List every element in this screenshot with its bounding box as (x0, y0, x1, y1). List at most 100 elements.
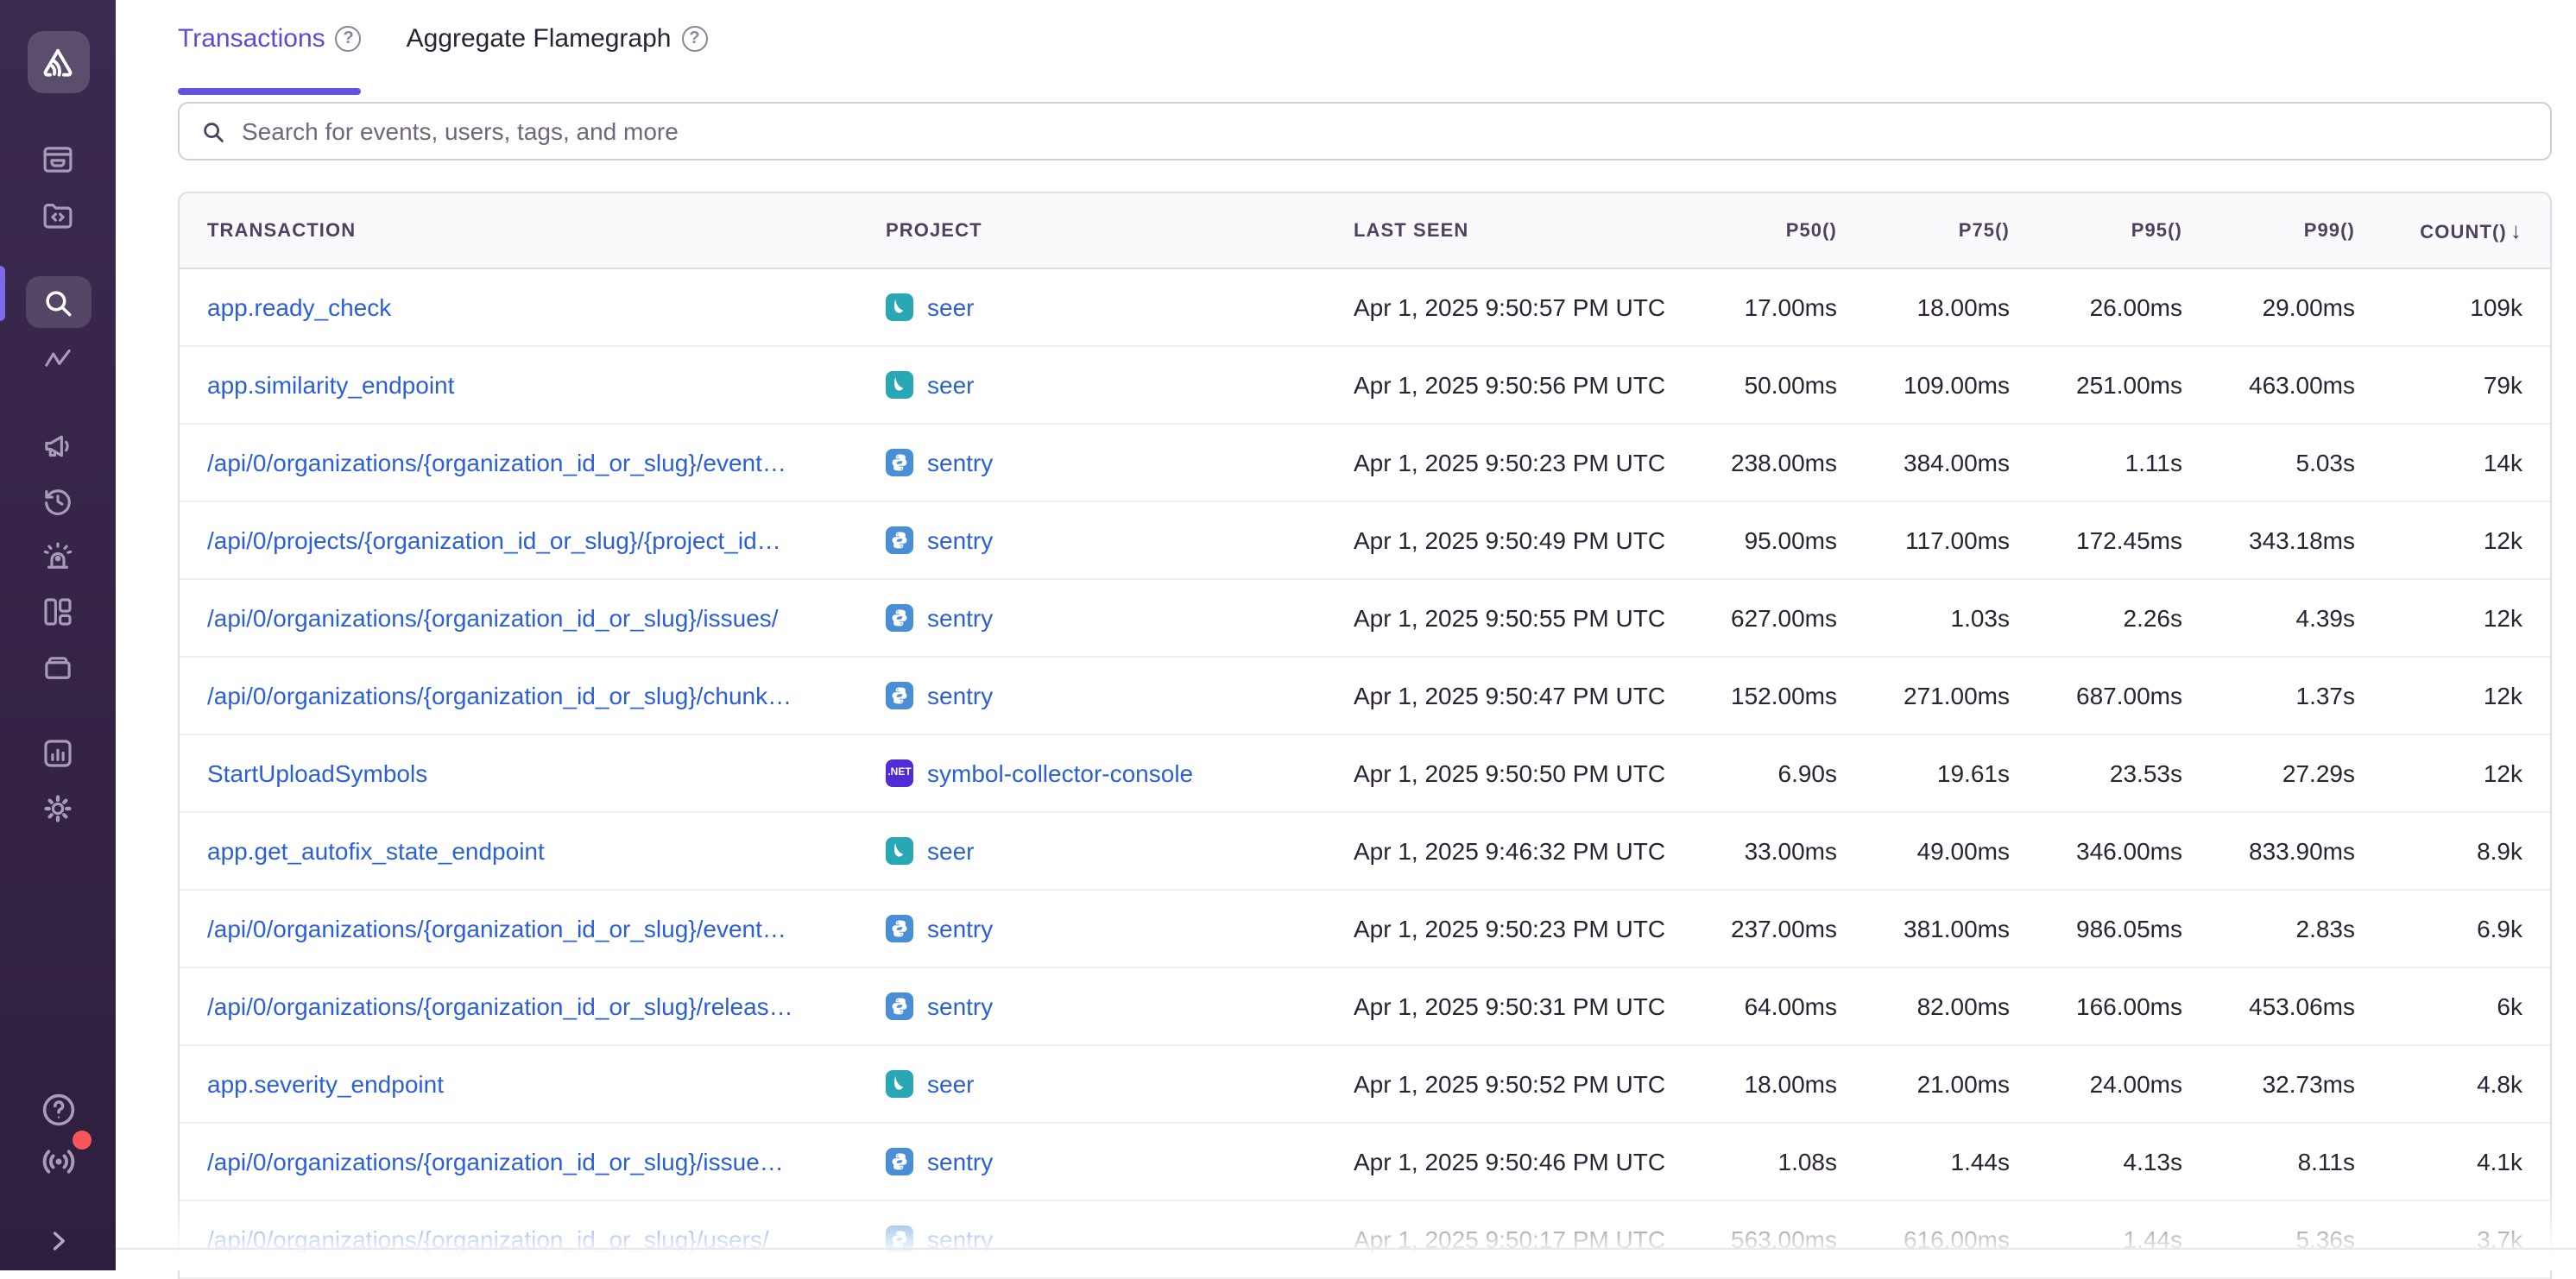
sidebar-item-alerts[interactable] (25, 532, 91, 580)
sentry-logo[interactable] (27, 31, 89, 93)
sidebar-item-replays[interactable] (25, 476, 91, 525)
search-icon (200, 118, 226, 144)
table-row[interactable]: /api/0/projects/{organization_id_or_slug… (180, 502, 2550, 580)
p95-value: 26.00ms (2037, 293, 2210, 321)
table-row[interactable]: /api/0/organizations/{organization_id_or… (180, 580, 2550, 658)
tab-aggregate-flamegraph[interactable]: Aggregate Flamegraph ? (407, 24, 708, 95)
transaction-link[interactable]: /api/0/organizations/{organization_id_or… (207, 1148, 784, 1175)
column-header-p95[interactable]: P95() (2037, 220, 2210, 241)
table-row[interactable]: app.get_autofix_state_endpoint seer Apr … (180, 813, 2550, 891)
transaction-link[interactable]: /api/0/organizations/{organization_id_or… (207, 449, 786, 476)
sidebar-item-explore[interactable] (25, 190, 91, 238)
project-link[interactable]: seer (927, 293, 974, 321)
help-icon (37, 1089, 79, 1131)
project-link[interactable]: sentry (927, 526, 993, 554)
project-link[interactable]: sentry (927, 604, 993, 632)
dashboards-icon (40, 593, 76, 629)
table-row[interactable]: /api/0/organizations/{organization_id_or… (180, 1201, 2550, 1279)
project-link[interactable]: symbol-collector-console (927, 759, 1193, 787)
tab-transactions-help-icon[interactable]: ? (336, 26, 362, 52)
seer-project-icon (886, 1070, 913, 1098)
search-input[interactable] (242, 117, 2529, 145)
table-row[interactable]: /api/0/organizations/{organization_id_or… (180, 1124, 2550, 1201)
column-header-project[interactable]: PROJECT (858, 220, 1326, 241)
transaction-link[interactable]: /api/0/organizations/{organization_id_or… (207, 682, 792, 709)
column-header-p75[interactable]: P75() (1865, 220, 2037, 241)
transaction-link[interactable]: /api/0/organizations/{organization_id_or… (207, 915, 786, 942)
sidebar-item-dashboards[interactable] (25, 587, 91, 635)
tab-transactions[interactable]: Transactions ? (178, 24, 362, 95)
sidebar-item-settings[interactable] (25, 784, 91, 832)
issues-icon (40, 141, 76, 177)
sidebar-whats-new-button[interactable] (32, 1136, 84, 1188)
table-row[interactable]: /api/0/organizations/{organization_id_or… (180, 968, 2550, 1046)
p50-value: 237.00ms (1692, 915, 1865, 942)
column-header-count[interactable]: COUNT()↓ (2383, 217, 2550, 243)
count-value: 8.9k (2383, 837, 2550, 865)
seer-project-icon (886, 837, 913, 865)
p99-value: 27.29s (2210, 759, 2383, 787)
project-link[interactable]: seer (927, 1070, 974, 1098)
table-row[interactable]: /api/0/organizations/{organization_id_or… (180, 425, 2550, 502)
count-value: 14k (2383, 449, 2550, 476)
sidebar-item-search[interactable] (25, 276, 91, 328)
sidebar-item-stats[interactable] (25, 728, 91, 777)
table-row[interactable]: app.ready_check seer Apr 1, 2025 9:50:57… (180, 269, 2550, 347)
count-value: 4.8k (2383, 1070, 2550, 1098)
transaction-link[interactable]: app.get_autofix_state_endpoint (207, 837, 545, 865)
table-row[interactable]: StartUploadSymbols .NET symbol-collector… (180, 735, 2550, 813)
project-link[interactable]: seer (927, 371, 974, 399)
search-bar[interactable] (178, 102, 2552, 161)
project-link[interactable]: seer (927, 837, 974, 865)
count-value: 109k (2383, 293, 2550, 321)
project-link[interactable]: sentry (927, 682, 993, 709)
p50-value: 627.00ms (1692, 604, 1865, 632)
transaction-link[interactable]: /api/0/organizations/{organization_id_or… (207, 604, 779, 632)
traces-zigzag-icon (40, 341, 76, 377)
column-header-p50[interactable]: P50() (1692, 220, 1865, 241)
table-row[interactable]: app.similarity_endpoint seer Apr 1, 2025… (180, 347, 2550, 425)
p50-value: 1.08s (1692, 1148, 1865, 1175)
p95-value: 23.53s (2037, 759, 2210, 787)
project-link[interactable]: sentry (927, 915, 993, 942)
p99-value: 29.00ms (2210, 293, 2383, 321)
p95-value: 1.11s (2037, 449, 2210, 476)
last-seen-value: Apr 1, 2025 9:50:46 PM UTC (1326, 1148, 1692, 1175)
column-header-p99[interactable]: P99() (2210, 220, 2383, 241)
search-icon (40, 284, 76, 320)
p75-value: 19.61s (1865, 759, 2037, 787)
last-seen-value: Apr 1, 2025 9:46:32 PM UTC (1326, 837, 1692, 865)
project-link[interactable]: sentry (927, 1148, 993, 1175)
transaction-link[interactable]: StartUploadSymbols (207, 759, 427, 787)
p75-value: 49.00ms (1865, 837, 2037, 865)
sidebar-item-issues[interactable] (25, 135, 91, 183)
project-link[interactable]: sentry (927, 449, 993, 476)
p99-value: 453.06ms (2210, 992, 2383, 1020)
tab-aggregate-flamegraph-help-icon[interactable]: ? (682, 26, 708, 52)
project-link[interactable]: sentry (927, 992, 993, 1020)
sidebar-expand-button[interactable] (32, 1215, 84, 1267)
column-header-last-seen[interactable]: LAST SEEN (1326, 220, 1692, 241)
p50-value: 152.00ms (1692, 682, 1865, 709)
column-header-transaction[interactable]: TRANSACTION (180, 220, 858, 241)
sidebar-help-button[interactable] (32, 1084, 84, 1136)
transaction-link[interactable]: app.similarity_endpoint (207, 371, 454, 399)
sidebar-item-feedback[interactable] (25, 421, 91, 469)
transaction-link[interactable]: /api/0/organizations/{organization_id_or… (207, 992, 793, 1020)
python-project-icon (886, 1148, 913, 1175)
table-row[interactable]: /api/0/organizations/{organization_id_or… (180, 891, 2550, 968)
sidebar-item-traces[interactable] (25, 335, 91, 383)
p75-value: 1.03s (1865, 604, 2037, 632)
p75-value: 271.00ms (1865, 682, 2037, 709)
last-seen-value: Apr 1, 2025 9:50:47 PM UTC (1326, 682, 1692, 709)
transaction-link[interactable]: app.ready_check (207, 293, 391, 321)
table-row[interactable]: app.severity_endpoint seer Apr 1, 2025 9… (180, 1046, 2550, 1124)
code-folder-icon (40, 196, 76, 232)
p99-value: 5.03s (2210, 449, 2383, 476)
p95-value: 986.05ms (2037, 915, 2210, 942)
transaction-link[interactable]: /api/0/projects/{organization_id_or_slug… (207, 526, 781, 554)
table-row[interactable]: /api/0/organizations/{organization_id_or… (180, 658, 2550, 735)
p95-value: 2.26s (2037, 604, 2210, 632)
transaction-link[interactable]: app.severity_endpoint (207, 1070, 444, 1098)
sidebar-item-insights[interactable] (25, 642, 91, 690)
